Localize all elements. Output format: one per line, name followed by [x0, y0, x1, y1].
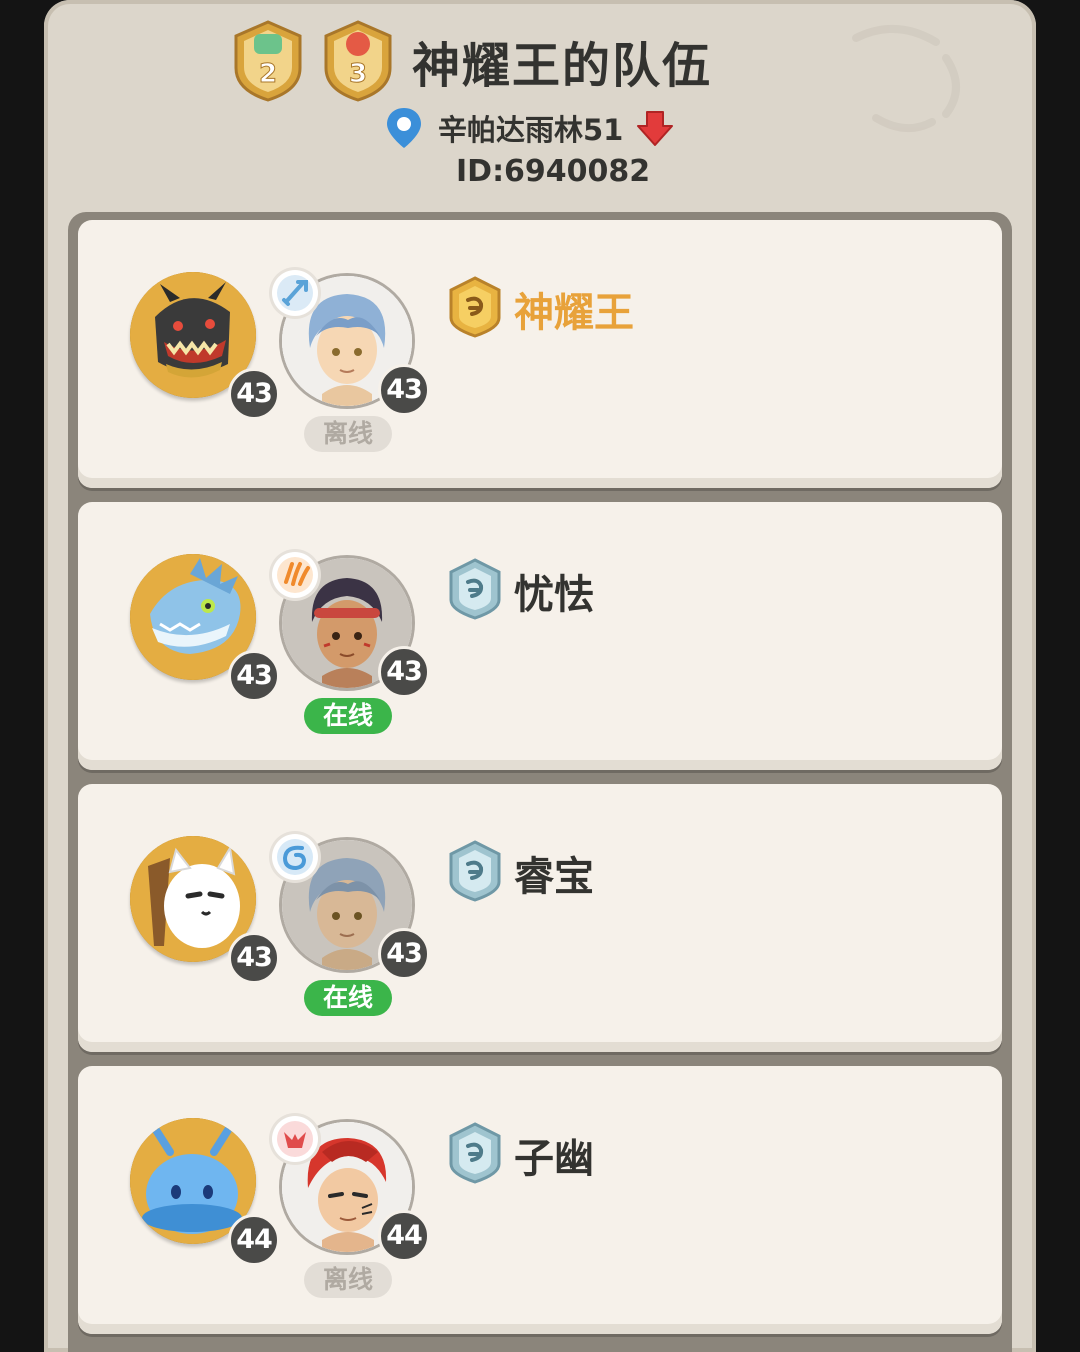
status-badge: 离线	[304, 416, 392, 452]
member-name: 睿宝	[514, 854, 594, 900]
player-level-badge: 44	[378, 1210, 430, 1262]
leader-rank-icon	[449, 276, 501, 338]
claw-class-icon	[272, 552, 318, 598]
map-pin-icon	[387, 108, 421, 148]
team-location[interactable]: 辛帕达雨林51	[384, 104, 675, 152]
down-arrow-icon[interactable]	[635, 108, 675, 148]
member-card[interactable]: 43 43 在线 睿宝	[78, 784, 1002, 1052]
rank-badge-2-icon: 2	[234, 20, 302, 102]
member-name: 子幽	[514, 1136, 594, 1182]
team-header: 2 3 神耀王的队伍 辛帕达雨林51 ID:6940082	[44, 0, 1036, 205]
status-badge: 在线	[304, 698, 392, 734]
player-level-badge: 43	[378, 364, 430, 416]
pet-level-badge: 43	[228, 932, 280, 984]
team-panel: 2 3 神耀王的队伍 辛帕达雨林51 ID:6940082 43 43 离线 神…	[44, 0, 1036, 1352]
member-rank-icon	[449, 558, 501, 620]
team-id: ID:6940082	[456, 154, 651, 189]
swirl-class-icon	[272, 834, 318, 880]
svg-text:3: 3	[349, 59, 367, 89]
fang-class-icon	[272, 1116, 318, 1162]
pet-level-badge: 43	[228, 368, 280, 420]
member-name: 忧怯	[514, 572, 594, 618]
rank-badge-3-icon: 3	[324, 20, 392, 102]
member-name: 神耀王	[514, 290, 634, 336]
pet-level-badge: 43	[228, 650, 280, 702]
member-card[interactable]: 43 43 在线 忧怯	[78, 502, 1002, 770]
location-text: 辛帕达雨林51	[438, 113, 624, 147]
status-badge: 离线	[304, 1262, 392, 1298]
pet-level-badge: 44	[228, 1214, 280, 1266]
svg-text:2: 2	[259, 59, 277, 89]
sword-class-icon	[272, 270, 318, 316]
member-list: 43 43 离线 神耀王 43 43 在线 忧怯 43 43 在线 睿宝 44 …	[68, 212, 1012, 1352]
player-level-badge: 43	[378, 928, 430, 980]
member-card[interactable]: 44 44 离线 子幽	[78, 1066, 1002, 1334]
member-rank-icon	[449, 1122, 501, 1184]
member-card[interactable]: 43 43 离线 神耀王	[78, 220, 1002, 488]
status-badge: 在线	[304, 980, 392, 1016]
member-rank-icon	[449, 840, 501, 902]
player-level-badge: 43	[378, 646, 430, 698]
team-title: 神耀王的队伍	[412, 38, 713, 94]
